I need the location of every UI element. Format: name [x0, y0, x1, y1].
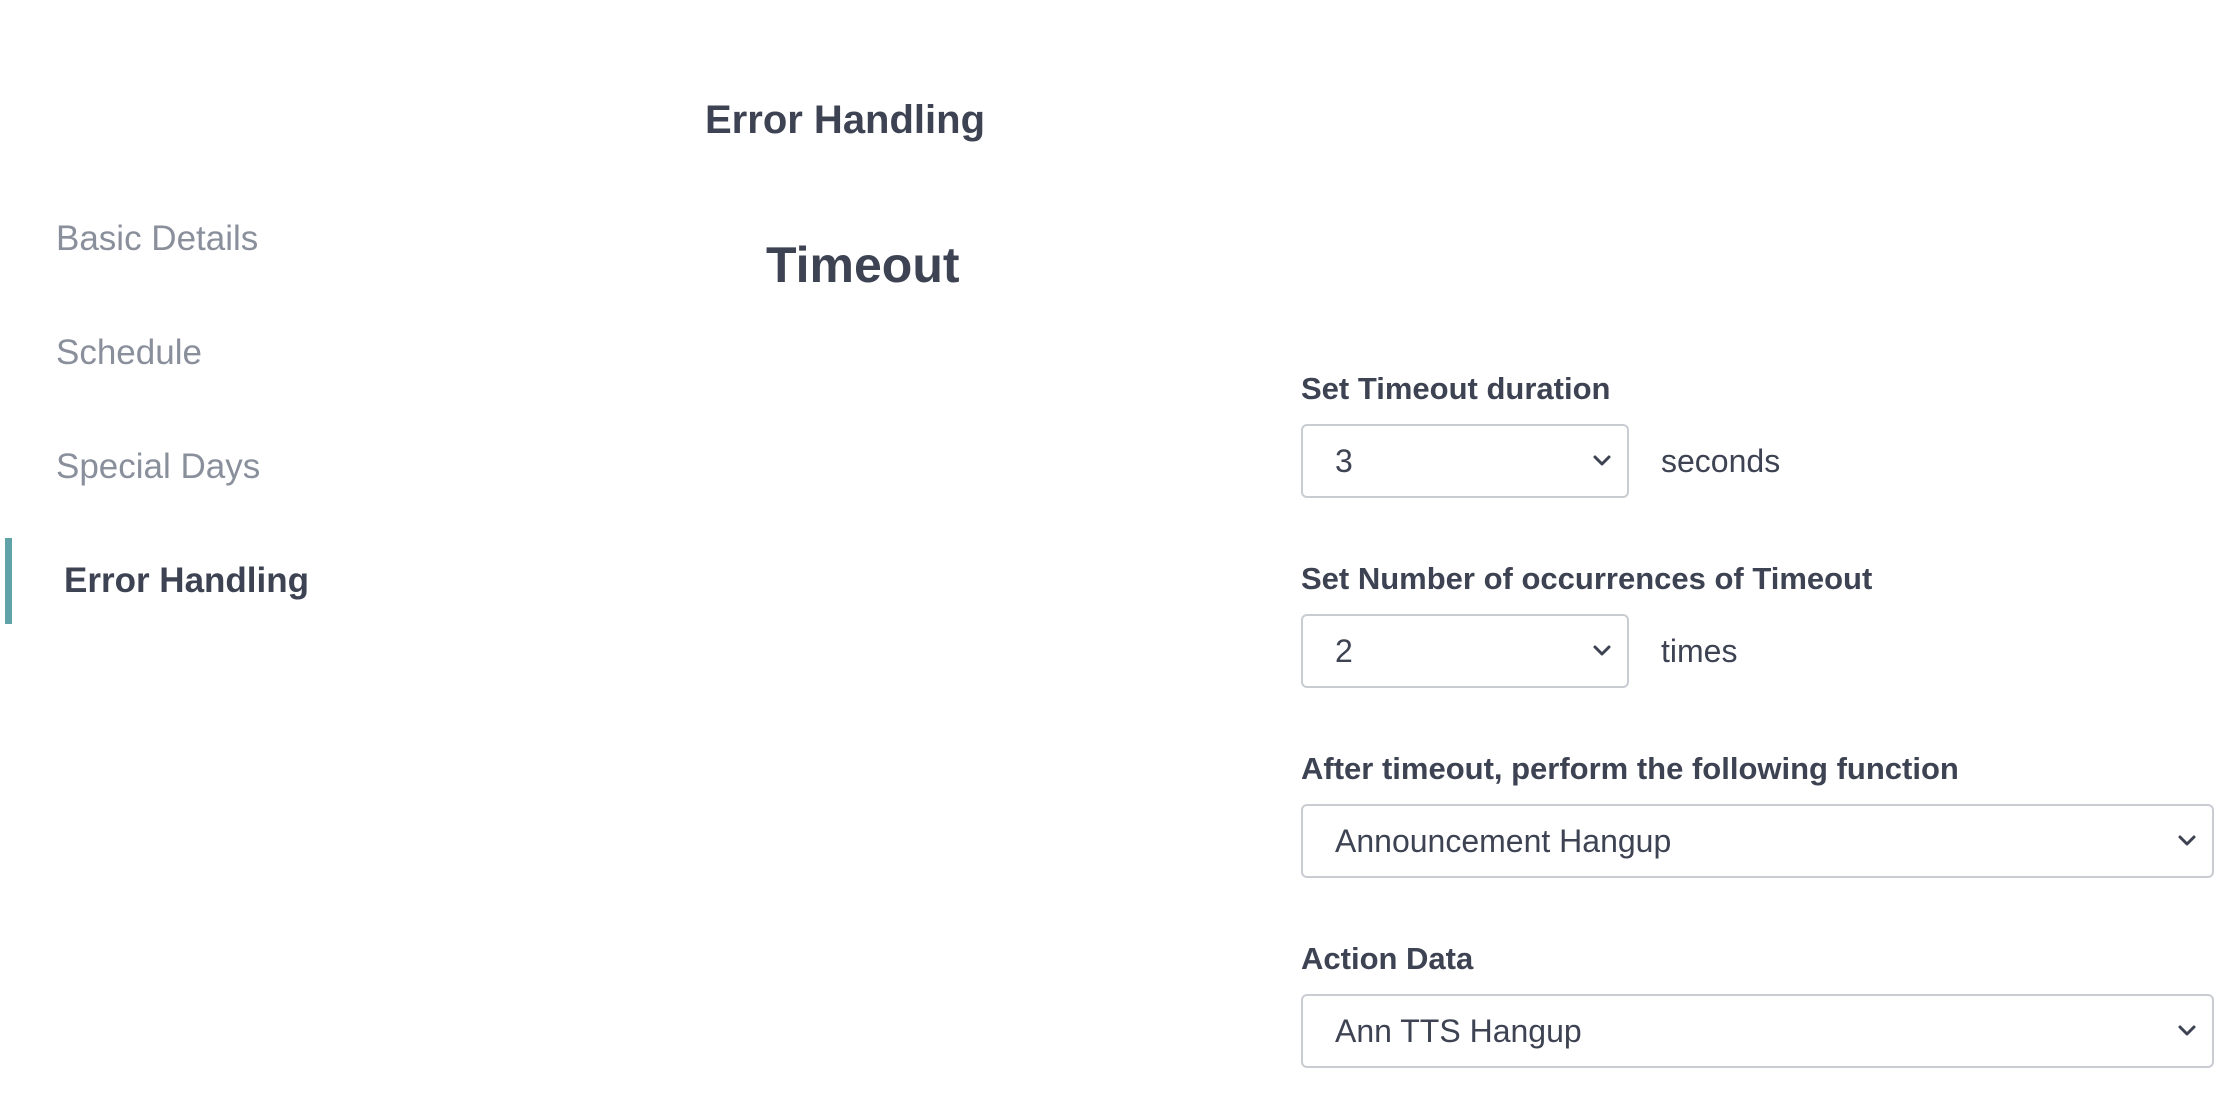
select-value: 2 [1335, 632, 1353, 669]
timeout-occurrences-unit: times [1661, 632, 1738, 669]
select-value: 3 [1335, 442, 1353, 479]
subsection-title: Timeout [766, 237, 960, 293]
active-indicator [5, 538, 12, 624]
sidebar-item-special-days[interactable]: Special Days [0, 424, 500, 510]
sidebar-item-label: Special Days [56, 447, 261, 486]
timeout-duration-field: Set Timeout duration 3 seconds [1301, 370, 2216, 498]
chevron-down-icon [2178, 1025, 2196, 1036]
select-value: Announcement Hangup [1335, 822, 1672, 859]
timeout-occurrences-field: Set Number of occurrences of Timeout 2 t… [1301, 560, 2216, 688]
sidebar-item-label: Error Handling [64, 561, 310, 600]
chevron-down-icon [2178, 835, 2196, 846]
sidebar-item-basic-details[interactable]: Basic Details [0, 196, 500, 282]
timeout-duration-unit: seconds [1661, 442, 1781, 479]
sidebar-item-label: Schedule [56, 333, 202, 372]
after-timeout-function-label: After timeout, perform the following fun… [1301, 751, 1959, 786]
chevron-down-icon [1593, 455, 1611, 466]
sidebar-item-error-handling[interactable]: Error Handling [0, 538, 500, 624]
select-value: Ann TTS Hangup [1335, 1012, 1582, 1049]
chevron-down-icon [1593, 645, 1611, 656]
timeout-duration-select[interactable]: 3 [1301, 424, 1629, 498]
section-title: Error Handling [705, 98, 986, 142]
action-data-field: Action Data Ann TTS Hangup [1301, 940, 2216, 1068]
action-data-select[interactable]: Ann TTS Hangup [1301, 994, 2214, 1068]
after-timeout-function-select[interactable]: Announcement Hangup [1301, 804, 2214, 878]
page: Basic Details Schedule Special Days Erro… [0, 0, 2226, 1100]
sidebar-item-schedule[interactable]: Schedule [0, 310, 500, 396]
action-data-label: Action Data [1301, 941, 1474, 976]
timeout-occurrences-select[interactable]: 2 [1301, 614, 1629, 688]
after-timeout-function-field: After timeout, perform the following fun… [1301, 750, 2216, 878]
sidebar-nav: Basic Details Schedule Special Days Erro… [0, 196, 500, 652]
timeout-occurrences-label: Set Number of occurrences of Timeout [1301, 561, 1873, 596]
sidebar-item-label: Basic Details [56, 219, 259, 258]
timeout-duration-label: Set Timeout duration [1301, 371, 1611, 406]
timeout-form: Set Timeout duration 3 seconds Set Numbe… [1301, 370, 2216, 1100]
